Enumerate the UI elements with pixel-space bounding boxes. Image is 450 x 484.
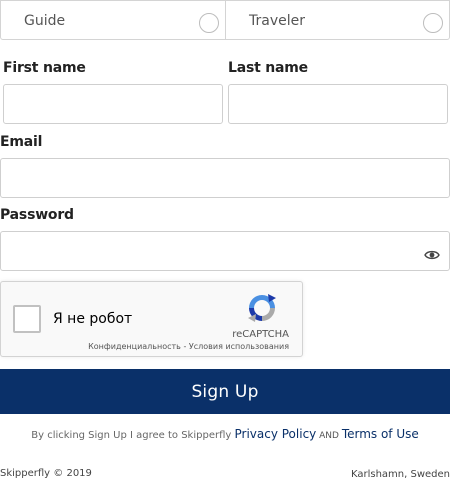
footer-copyright: Skipperfly © 2019 — [0, 468, 92, 479]
role-guide-radio[interactable] — [199, 13, 219, 33]
agreement-prefix: By clicking Sign Up I agree to Skipperfl… — [31, 430, 235, 441]
role-traveler-radio[interactable] — [423, 13, 443, 33]
role-guide-label: Guide — [24, 13, 66, 29]
email-input[interactable] — [0, 158, 450, 198]
recaptcha-logo-icon — [248, 294, 276, 322]
last-name-input[interactable] — [228, 84, 448, 124]
privacy-policy-link[interactable]: Privacy Policy — [234, 427, 316, 441]
eye-icon[interactable] — [424, 249, 440, 261]
recaptcha-links: Конфиденциальность - Условия использован… — [88, 342, 289, 351]
first-name-label: First name — [3, 60, 86, 76]
recaptcha-brand: reCAPTCHA — [232, 329, 289, 340]
password-label: Password — [0, 207, 74, 223]
role-traveler-label: Traveler — [249, 13, 305, 29]
footer-location: Karlshamn, Sweden — [350, 469, 450, 480]
agreement-and: AND — [316, 431, 342, 441]
recaptcha-label: Я не робот — [53, 311, 133, 327]
recaptcha-widget: Я не робот reCAPTCHA Конфиденциальность … — [0, 281, 303, 357]
recaptcha-separator: - — [180, 342, 189, 351]
recaptcha-terms-link[interactable]: Условия использования — [189, 342, 289, 351]
sign-up-button[interactable]: Sign Up — [0, 369, 450, 414]
role-option-guide[interactable]: Guide — [0, 0, 226, 40]
last-name-label: Last name — [228, 60, 308, 76]
agreement-text: By clicking Sign Up I agree to Skipperfl… — [0, 427, 450, 441]
role-option-traveler[interactable]: Traveler — [225, 0, 450, 40]
first-name-input[interactable] — [3, 84, 223, 124]
terms-of-use-link[interactable]: Terms of Use — [342, 427, 419, 441]
recaptcha-privacy-link[interactable]: Конфиденциальность — [88, 342, 181, 351]
recaptcha-checkbox[interactable] — [13, 305, 41, 333]
password-input[interactable] — [0, 231, 450, 271]
email-label: Email — [0, 134, 43, 150]
